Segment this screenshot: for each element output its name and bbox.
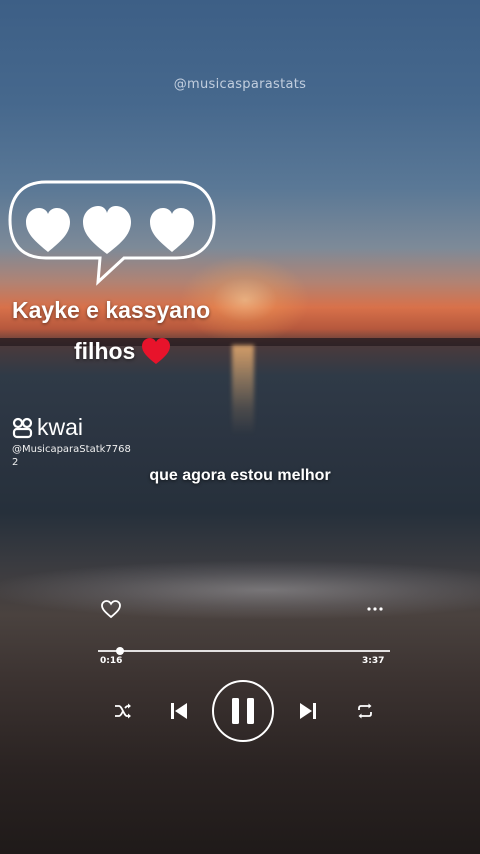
repeat-icon[interactable] xyxy=(355,701,375,721)
previous-icon[interactable] xyxy=(168,700,190,722)
next-icon[interactable] xyxy=(297,700,319,722)
story-screen: @musicasparastats Kayke e kassyano filho… xyxy=(0,0,480,854)
watermark-text: @musicasparastats xyxy=(173,77,307,92)
current-time: 0:16 xyxy=(100,656,123,666)
pause-icon xyxy=(232,698,254,724)
caption-line-2: filhos xyxy=(74,337,171,365)
red-heart-icon xyxy=(142,338,171,364)
speech-bubble-sticker xyxy=(8,180,216,286)
heart-icon xyxy=(26,206,194,254)
total-time: 3:37 xyxy=(362,656,385,666)
lyric-line: que agora estou melhor xyxy=(149,467,331,484)
shuffle-icon[interactable] xyxy=(113,701,133,721)
kwai-logo-text: kwai xyxy=(37,414,84,440)
pause-button[interactable] xyxy=(211,679,275,743)
heart-icon[interactable] xyxy=(100,598,122,620)
more-icon[interactable] xyxy=(364,601,386,615)
progress-bar[interactable] xyxy=(98,650,390,652)
kwai-branding: kwai @MusicaparaStatk77682 xyxy=(12,414,132,469)
caption-line-2-text: filhos xyxy=(74,337,136,364)
caption-line-1: Kayke e kassyano xyxy=(12,297,211,323)
kwai-logo: kwai xyxy=(12,414,132,441)
wave-foam xyxy=(0,560,480,620)
kwai-logo-icon xyxy=(12,417,33,438)
sun-reflection xyxy=(232,345,254,435)
kwai-handle: @MusicaparaStatk77682 xyxy=(12,444,131,468)
progress-handle[interactable] xyxy=(115,647,124,655)
